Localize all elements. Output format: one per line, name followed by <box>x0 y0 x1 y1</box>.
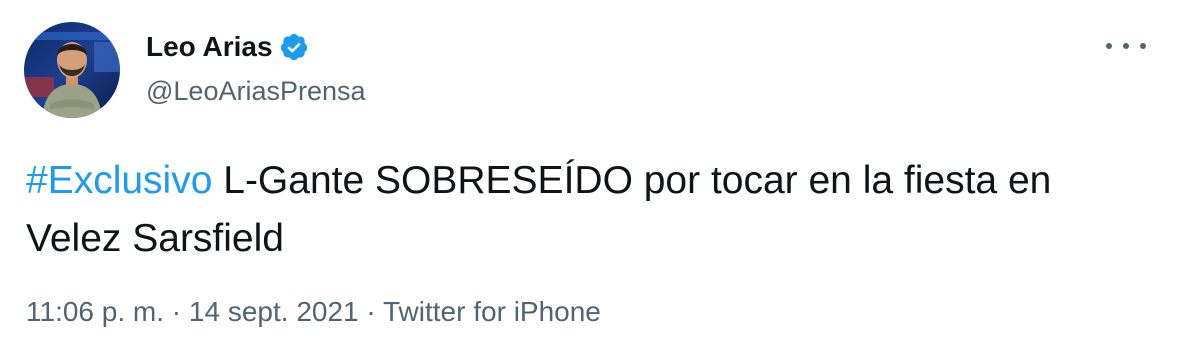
more-options-icon[interactable] <box>1106 34 1146 58</box>
more-dot <box>1123 43 1129 49</box>
hashtag-link[interactable]: #Exclusivo <box>26 159 212 202</box>
tweet-time[interactable]: 11:06 p. m. <box>26 296 164 327</box>
avatar-image <box>24 22 120 118</box>
tweet-text: #Exclusivo L-Gante SOBRESEÍDO por tocar … <box>26 152 1156 268</box>
more-dot <box>1106 43 1112 49</box>
meta-separator: · <box>358 296 383 327</box>
meta-separator: · <box>164 296 189 327</box>
tweet-date[interactable]: 14 sept. 2021 <box>189 296 359 327</box>
avatar[interactable] <box>24 22 120 118</box>
more-dot <box>1140 43 1146 49</box>
tweet-card: Leo Arias @LeoAriasPrensa #Exclusivo L-G… <box>0 0 1180 360</box>
author-name-row: Leo Arias <box>146 29 366 65</box>
author-display-name[interactable]: Leo Arias <box>146 29 273 65</box>
author-handle[interactable]: @LeoAriasPrensa <box>146 73 366 109</box>
tweet-meta: 11:06 p. m. · 14 sept. 2021 · Twitter fo… <box>26 292 601 332</box>
tweet-source[interactable]: Twitter for iPhone <box>383 296 601 327</box>
author-block: Leo Arias @LeoAriasPrensa <box>146 29 366 109</box>
verified-badge-icon <box>279 32 309 62</box>
